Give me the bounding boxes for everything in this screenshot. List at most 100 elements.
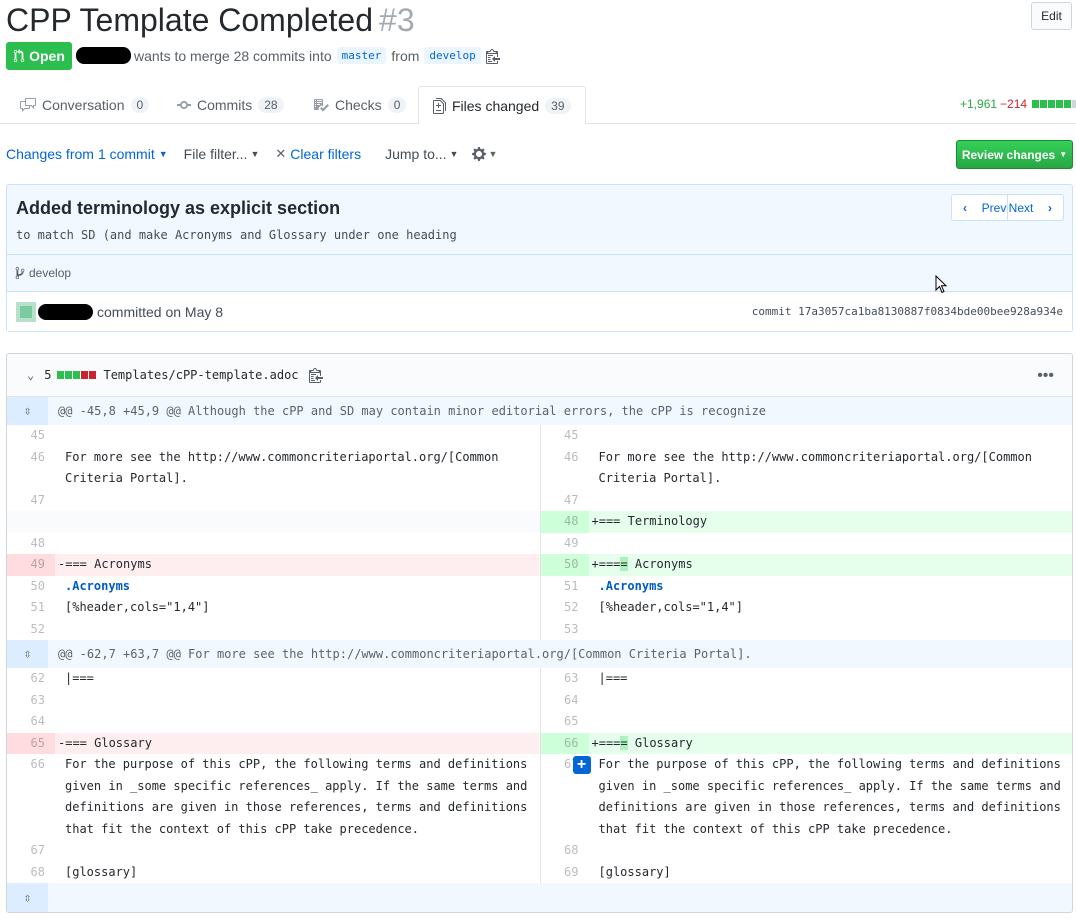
code-line: .Acronyms bbox=[598, 578, 664, 593]
line-number[interactable]: 46 bbox=[7, 447, 55, 490]
diff-row: 68 [glossary] 69 [glossary] bbox=[7, 861, 1072, 884]
line-number[interactable]: 67 bbox=[7, 840, 55, 862]
code-line-added: +==== Glossary bbox=[588, 732, 1072, 754]
line-number[interactable]: 45 bbox=[7, 425, 55, 447]
unfold-icon[interactable]: ⇳ bbox=[7, 640, 48, 668]
file-diffstat-bar bbox=[57, 371, 97, 379]
hunk-header-text: @@ -62,7 +63,7 @@ For more see the http:… bbox=[58, 647, 752, 661]
edit-button[interactable]: Edit bbox=[1031, 2, 1072, 30]
unfold-icon[interactable]: ⇳ bbox=[7, 883, 48, 912]
chevron-right-icon: › bbox=[1048, 200, 1052, 215]
merge-text: wants to merge 28 commits into bbox=[134, 47, 332, 64]
prev-button[interactable]: ‹ Prev bbox=[952, 195, 1007, 220]
line-number[interactable]: 47 bbox=[541, 490, 589, 512]
line-number[interactable]: 51 bbox=[7, 597, 55, 619]
tab-conversation[interactable]: Conversation 0 bbox=[20, 86, 150, 124]
kebab-horizontal-icon[interactable]: ••• bbox=[1037, 367, 1054, 385]
line-number[interactable]: 64 bbox=[7, 711, 55, 733]
unfold-icon[interactable]: ⇳ bbox=[7, 397, 48, 425]
line-number[interactable]: 45 bbox=[541, 425, 589, 447]
line-number[interactable]: 66 bbox=[7, 754, 55, 840]
file-header: ⌄ 5 Templates/cPP-template.adoc ••• bbox=[7, 354, 1072, 397]
code-line: [%header,cols="1,4"] bbox=[598, 600, 744, 614]
files-toolbar: Changes from 1 commit ▼ File filter... ▼… bbox=[6, 146, 497, 162]
head-branch[interactable]: develop bbox=[424, 47, 481, 64]
file-diff-icon bbox=[433, 97, 446, 114]
base-branch[interactable]: master bbox=[336, 47, 387, 64]
line-number[interactable]: 62 bbox=[7, 668, 55, 690]
line-number[interactable]: 49 bbox=[541, 533, 589, 555]
jump-to-dropdown[interactable]: Jump to... ▼ bbox=[385, 146, 458, 162]
caret-down-icon: ▼ bbox=[488, 149, 498, 159]
file-filter-label: File filter... bbox=[183, 146, 248, 162]
file-filter-dropdown[interactable]: File filter... ▼ bbox=[184, 146, 260, 162]
clear-filters-label: Clear filters bbox=[290, 146, 362, 162]
next-button[interactable]: Next › bbox=[1008, 195, 1063, 220]
tab-conversation-label: Conversation bbox=[42, 97, 125, 113]
hunk-header: ⇳ @@ -45,8 +45,9 @@ Although the cPP and… bbox=[7, 397, 1072, 425]
line-number[interactable]: 53 bbox=[541, 619, 589, 641]
avatar[interactable] bbox=[16, 301, 36, 322]
line-number[interactable]: 65 bbox=[541, 711, 589, 733]
line-number[interactable]: 48 bbox=[7, 533, 55, 555]
file-path[interactable]: Templates/cPP-template.adoc bbox=[103, 368, 298, 382]
tab-commits[interactable]: Commits 28 bbox=[177, 86, 284, 124]
clipboard-icon[interactable] bbox=[308, 367, 323, 383]
from-text: from bbox=[391, 47, 420, 64]
hunk-header-text: @@ -45,8 +45,9 @@ Although the cPP and S… bbox=[58, 404, 767, 418]
line-number[interactable]: 65 bbox=[7, 732, 55, 754]
file-diff: ⌄ 5 Templates/cPP-template.adoc ••• ⇳ @@… bbox=[6, 353, 1073, 913]
tab-checks[interactable]: Checks 0 bbox=[313, 86, 407, 124]
line-number[interactable]: 51 bbox=[541, 576, 589, 598]
line-number[interactable]: 50 bbox=[7, 576, 55, 598]
commit-icon bbox=[177, 101, 191, 109]
line-number[interactable]: 50 bbox=[540, 554, 589, 576]
changes-from-label: Changes from bbox=[6, 146, 94, 162]
line-number[interactable]: 46 bbox=[541, 447, 589, 490]
line-number[interactable]: 68 bbox=[7, 862, 55, 884]
line-number[interactable]: 69 bbox=[541, 862, 589, 884]
clear-filters-link[interactable]: ✕ Clear filters bbox=[275, 146, 361, 162]
commit-branch-name[interactable]: develop bbox=[29, 266, 71, 280]
line-number[interactable]: 49 bbox=[7, 554, 55, 576]
diff-row: 46 For more see the http://www.commoncrit… bbox=[7, 446, 1072, 490]
prev-label: Prev bbox=[981, 200, 1007, 215]
code-line-added: +=== Terminology bbox=[588, 511, 1072, 533]
line-number[interactable]: 63 bbox=[7, 690, 55, 712]
jump-to-label: Jump to... bbox=[385, 146, 447, 162]
line-number[interactable]: 47 bbox=[7, 490, 55, 512]
line-number[interactable]: 52 bbox=[541, 597, 589, 619]
git-pull-request-icon bbox=[13, 49, 25, 63]
caret-down-icon: ▼ bbox=[449, 149, 459, 159]
diff-row: 45 45 bbox=[7, 425, 1072, 447]
commit-sha[interactable]: commit 17a3057ca1ba8130887f0834bde00bee9… bbox=[752, 305, 1063, 318]
line-number[interactable]: 48 bbox=[540, 511, 589, 533]
chevron-down-icon[interactable]: ⌄ bbox=[27, 368, 34, 382]
caret-down-icon: ▼ bbox=[158, 149, 168, 159]
pr-state-label: Open bbox=[29, 48, 65, 64]
line-number[interactable]: 52 bbox=[7, 619, 55, 641]
line-number[interactable]: 68 bbox=[541, 840, 589, 862]
add-comment-button[interactable]: + bbox=[572, 756, 591, 774]
line-number[interactable]: 63 bbox=[541, 668, 589, 690]
diff-settings-dropdown[interactable]: ▼ bbox=[472, 146, 497, 162]
diff-row: 52 53 bbox=[7, 618, 1073, 641]
pr-merge-meta: wants to merge 28 commits into master fr… bbox=[134, 47, 500, 64]
diff-row: 66 For the purpose of this cPP, the follo… bbox=[7, 754, 1072, 840]
clipboard-icon[interactable] bbox=[485, 48, 500, 64]
pr-title-text: CPP Template Completed bbox=[6, 2, 374, 38]
code-line: |=== bbox=[598, 671, 628, 685]
line-number[interactable]: 66 bbox=[540, 732, 589, 754]
tab-files-changed[interactable]: Files changed 39 bbox=[418, 86, 586, 125]
pr-diffstat: +1,961 −214 bbox=[960, 97, 1076, 111]
redacted-author bbox=[76, 47, 131, 64]
line-number[interactable]: 64 bbox=[541, 690, 589, 712]
changes-from-dropdown[interactable]: Changes from 1 commit ▼ bbox=[6, 146, 168, 162]
review-changes-button[interactable]: Review changes ▼ bbox=[956, 140, 1073, 169]
